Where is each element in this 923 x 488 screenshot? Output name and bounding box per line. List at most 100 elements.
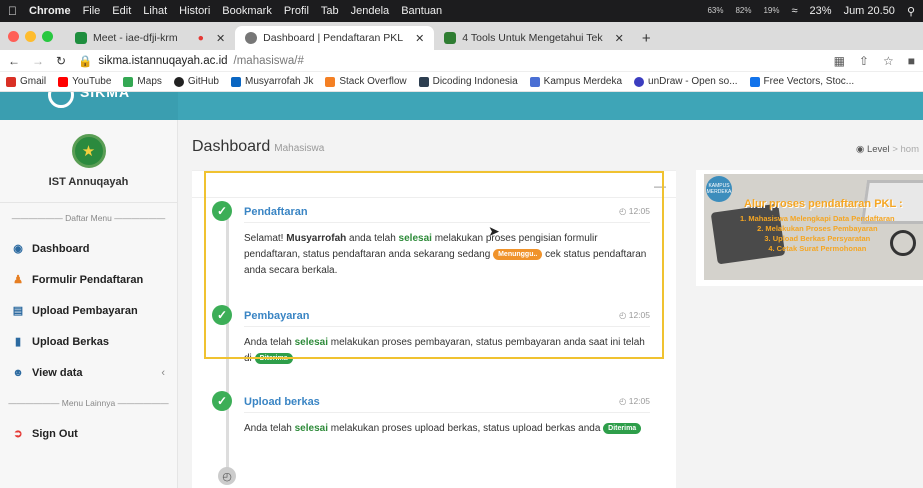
bookmark-gmail[interactable]: Gmail — [6, 76, 46, 87]
tab-dashboard[interactable]: Dashboard | Pendaftaran PKL ✕ — [235, 26, 435, 50]
search-icon[interactable]: ⚲ — [907, 5, 915, 18]
star-icon[interactable]: ☆ — [883, 54, 894, 68]
menu-view[interactable]: Lihat — [143, 5, 167, 17]
menu-file[interactable]: File — [83, 5, 101, 17]
globe-icon — [245, 32, 258, 44]
clock-icon: ◴ — [218, 467, 236, 485]
timeline-title: Pembayaran — [244, 309, 310, 322]
tab-meet[interactable]: Meet - iae-dfji-krm ● ✕ — [65, 26, 235, 50]
bookmark-linkedin[interactable]: Musyarrofah Jk — [231, 76, 313, 87]
menu-separator-label: Daftar Menu — [65, 213, 112, 223]
macos-menubar:  Chrome File Edit Lihat Histori Bookmar… — [0, 0, 923, 22]
bookmark-label: Maps — [137, 76, 162, 87]
app-menu[interactable]: Chrome — [29, 5, 71, 17]
sign-out-icon: ➲ — [13, 428, 23, 440]
menu-history[interactable]: Histori — [179, 5, 210, 17]
text-segment: Selamat! — [244, 233, 284, 244]
timeline-body: Anda telah selesai melakukan proses pemb… — [244, 327, 650, 373]
close-tab-icon[interactable]: ✕ — [415, 32, 424, 45]
sidebar-item-upload-berkas[interactable]: ▮ Upload Berkas — [0, 326, 177, 357]
chevron-left-icon: ‹ — [161, 366, 165, 379]
breadcrumb-level[interactable]: Level — [867, 144, 890, 155]
bookmark-maps[interactable]: Maps — [123, 76, 162, 87]
new-tab-button[interactable]: + — [634, 26, 659, 50]
bookmark-dicoding[interactable]: Dicoding Indonesia — [418, 76, 518, 87]
close-window-button[interactable] — [8, 30, 19, 42]
window-controls — [8, 22, 53, 50]
bookmark-youtube[interactable]: YouTube — [58, 76, 111, 87]
breadcrumb-home[interactable]: hom — [901, 144, 919, 155]
student-name: Musyarrofah — [286, 233, 347, 244]
forward-icon[interactable]: → — [32, 54, 44, 68]
menu-separator: —————— Daftar Menu —————— — [11, 213, 166, 223]
timeline-line — [226, 219, 229, 479]
bookmark-label: Gmail — [20, 76, 47, 87]
timeline-header: Pembayaran ◴ 12:05 — [244, 305, 650, 327]
menu-bookmark[interactable]: Bookmark — [222, 5, 272, 17]
disk-stat: 19% — [763, 6, 780, 15]
menu-tab[interactable]: Tab — [321, 5, 339, 17]
collapse-button[interactable]: — — [654, 179, 666, 193]
bookmark-undraw[interactable]: unDraw - Open so... — [634, 76, 738, 87]
other-separator-label: Menu Lainnya — [61, 398, 116, 408]
menu-edit[interactable]: Edit — [112, 5, 131, 17]
sidebar: ★ IST Annuqayah —————— Daftar Menu —————… — [0, 120, 178, 488]
promo-step: 1. Mahasiswa Melengkapi Data Pendaftaran — [740, 214, 895, 223]
bookmark-kampus-merdeka[interactable]: Kampus Merdeka — [529, 76, 622, 87]
timeline-header: Pendaftaran ◴ 12:05 — [244, 201, 650, 223]
lock-icon: 🔒 — [78, 55, 93, 68]
address-bar: ← → ↻ 🔒 sikma.istannuqayah.ac.id/mahasis… — [0, 50, 923, 72]
clock[interactable]: Jum 20.50 — [844, 5, 895, 17]
share-icon[interactable]: ⇧ — [859, 54, 869, 68]
reload-icon[interactable]: ↻ — [56, 54, 66, 68]
menu-profile[interactable]: Profil — [284, 5, 309, 17]
battery-label[interactable]: 23% — [810, 5, 832, 17]
text-segment: melakukan proses upload berkas, status u… — [330, 423, 601, 434]
extensions-icon[interactable]: ■ — [908, 54, 915, 68]
bookmark-github[interactable]: GitHub — [173, 76, 219, 87]
tab-tools[interactable]: 4 Tools Untuk Mengetahui Tek ✕ — [434, 26, 634, 50]
translate-icon[interactable]: ▦ — [834, 54, 845, 68]
timeline-item-upload-berkas: ✓ Upload berkas ◴ 12:05 Anda telah seles… — [212, 391, 650, 443]
timeline-title: Upload berkas — [244, 395, 320, 408]
url-field[interactable]: 🔒 sikma.istannuqayah.ac.id/mahasiswa/# — [78, 54, 304, 68]
bookmark-stackoverflow[interactable]: Stack Overflow — [325, 76, 407, 87]
users-icon: ☻ — [12, 366, 24, 379]
apple-icon[interactable]:  — [8, 4, 17, 18]
timeline-time-value: 12:05 — [628, 396, 650, 406]
page-subtitle: Mahasiswa — [274, 143, 325, 154]
zoom-window-button[interactable] — [42, 30, 53, 42]
close-tab-icon[interactable]: ✕ — [216, 32, 225, 45]
minimize-window-button[interactable] — [25, 30, 36, 42]
recording-icon: ● — [197, 32, 204, 44]
close-tab-icon[interactable]: ✕ — [615, 32, 624, 45]
menu-help[interactable]: Bantuan — [401, 5, 442, 17]
breadcrumb: ◉ Level > hom — [856, 144, 919, 155]
status-word: selesai — [294, 423, 328, 434]
brand-logo[interactable]: SIKMA — [0, 92, 178, 120]
bookmark-freepik[interactable]: Free Vectors, Stoc... — [749, 76, 854, 87]
timeline-time: ◴ 12:05 — [618, 396, 650, 406]
menu-window[interactable]: Jendela — [351, 5, 390, 17]
sidebar-item-label: Formulir Pendaftaran — [32, 273, 144, 286]
stackoverflow-icon — [325, 76, 336, 87]
wifi-icon[interactable]: ≈ — [791, 5, 797, 17]
sidebar-item-label: Upload Pembayaran — [32, 304, 138, 317]
promo-card: KAMPUS MERDEKA Alur proses pendaftaran P… — [696, 170, 923, 286]
dicoding-icon — [418, 76, 429, 87]
sidebar-item-upload-pembayaran[interactable]: ▤ Upload Pembayaran — [0, 295, 177, 326]
card-icon: ▤ — [12, 305, 24, 317]
url-host: sikma.istannuqayah.ac.id — [98, 54, 228, 67]
top-navbar: SIKMA — [0, 92, 923, 120]
github-icon — [173, 76, 184, 87]
sidebar-item-formulir[interactable]: ♟ Formulir Pendaftaran — [0, 264, 177, 295]
sidebar-item-view-data[interactable]: ☻ View data ‹ — [0, 357, 177, 388]
sidebar-item-dashboard[interactable]: ◉ Dashboard — [0, 233, 177, 264]
sidebar-item-sign-out[interactable]: ➲ Sign Out — [0, 418, 177, 449]
timeline-card: — ✓ Pendaftaran ◴ 12:05 Selamat! Musyarr… — [192, 170, 676, 488]
timeline-time-value: 12:05 — [628, 206, 650, 216]
back-icon[interactable]: ← — [8, 54, 20, 68]
institution-logo-icon: ★ — [71, 134, 106, 168]
tab-label: Dashboard | Pendaftaran PKL — [263, 32, 404, 44]
maps-icon — [123, 76, 134, 87]
